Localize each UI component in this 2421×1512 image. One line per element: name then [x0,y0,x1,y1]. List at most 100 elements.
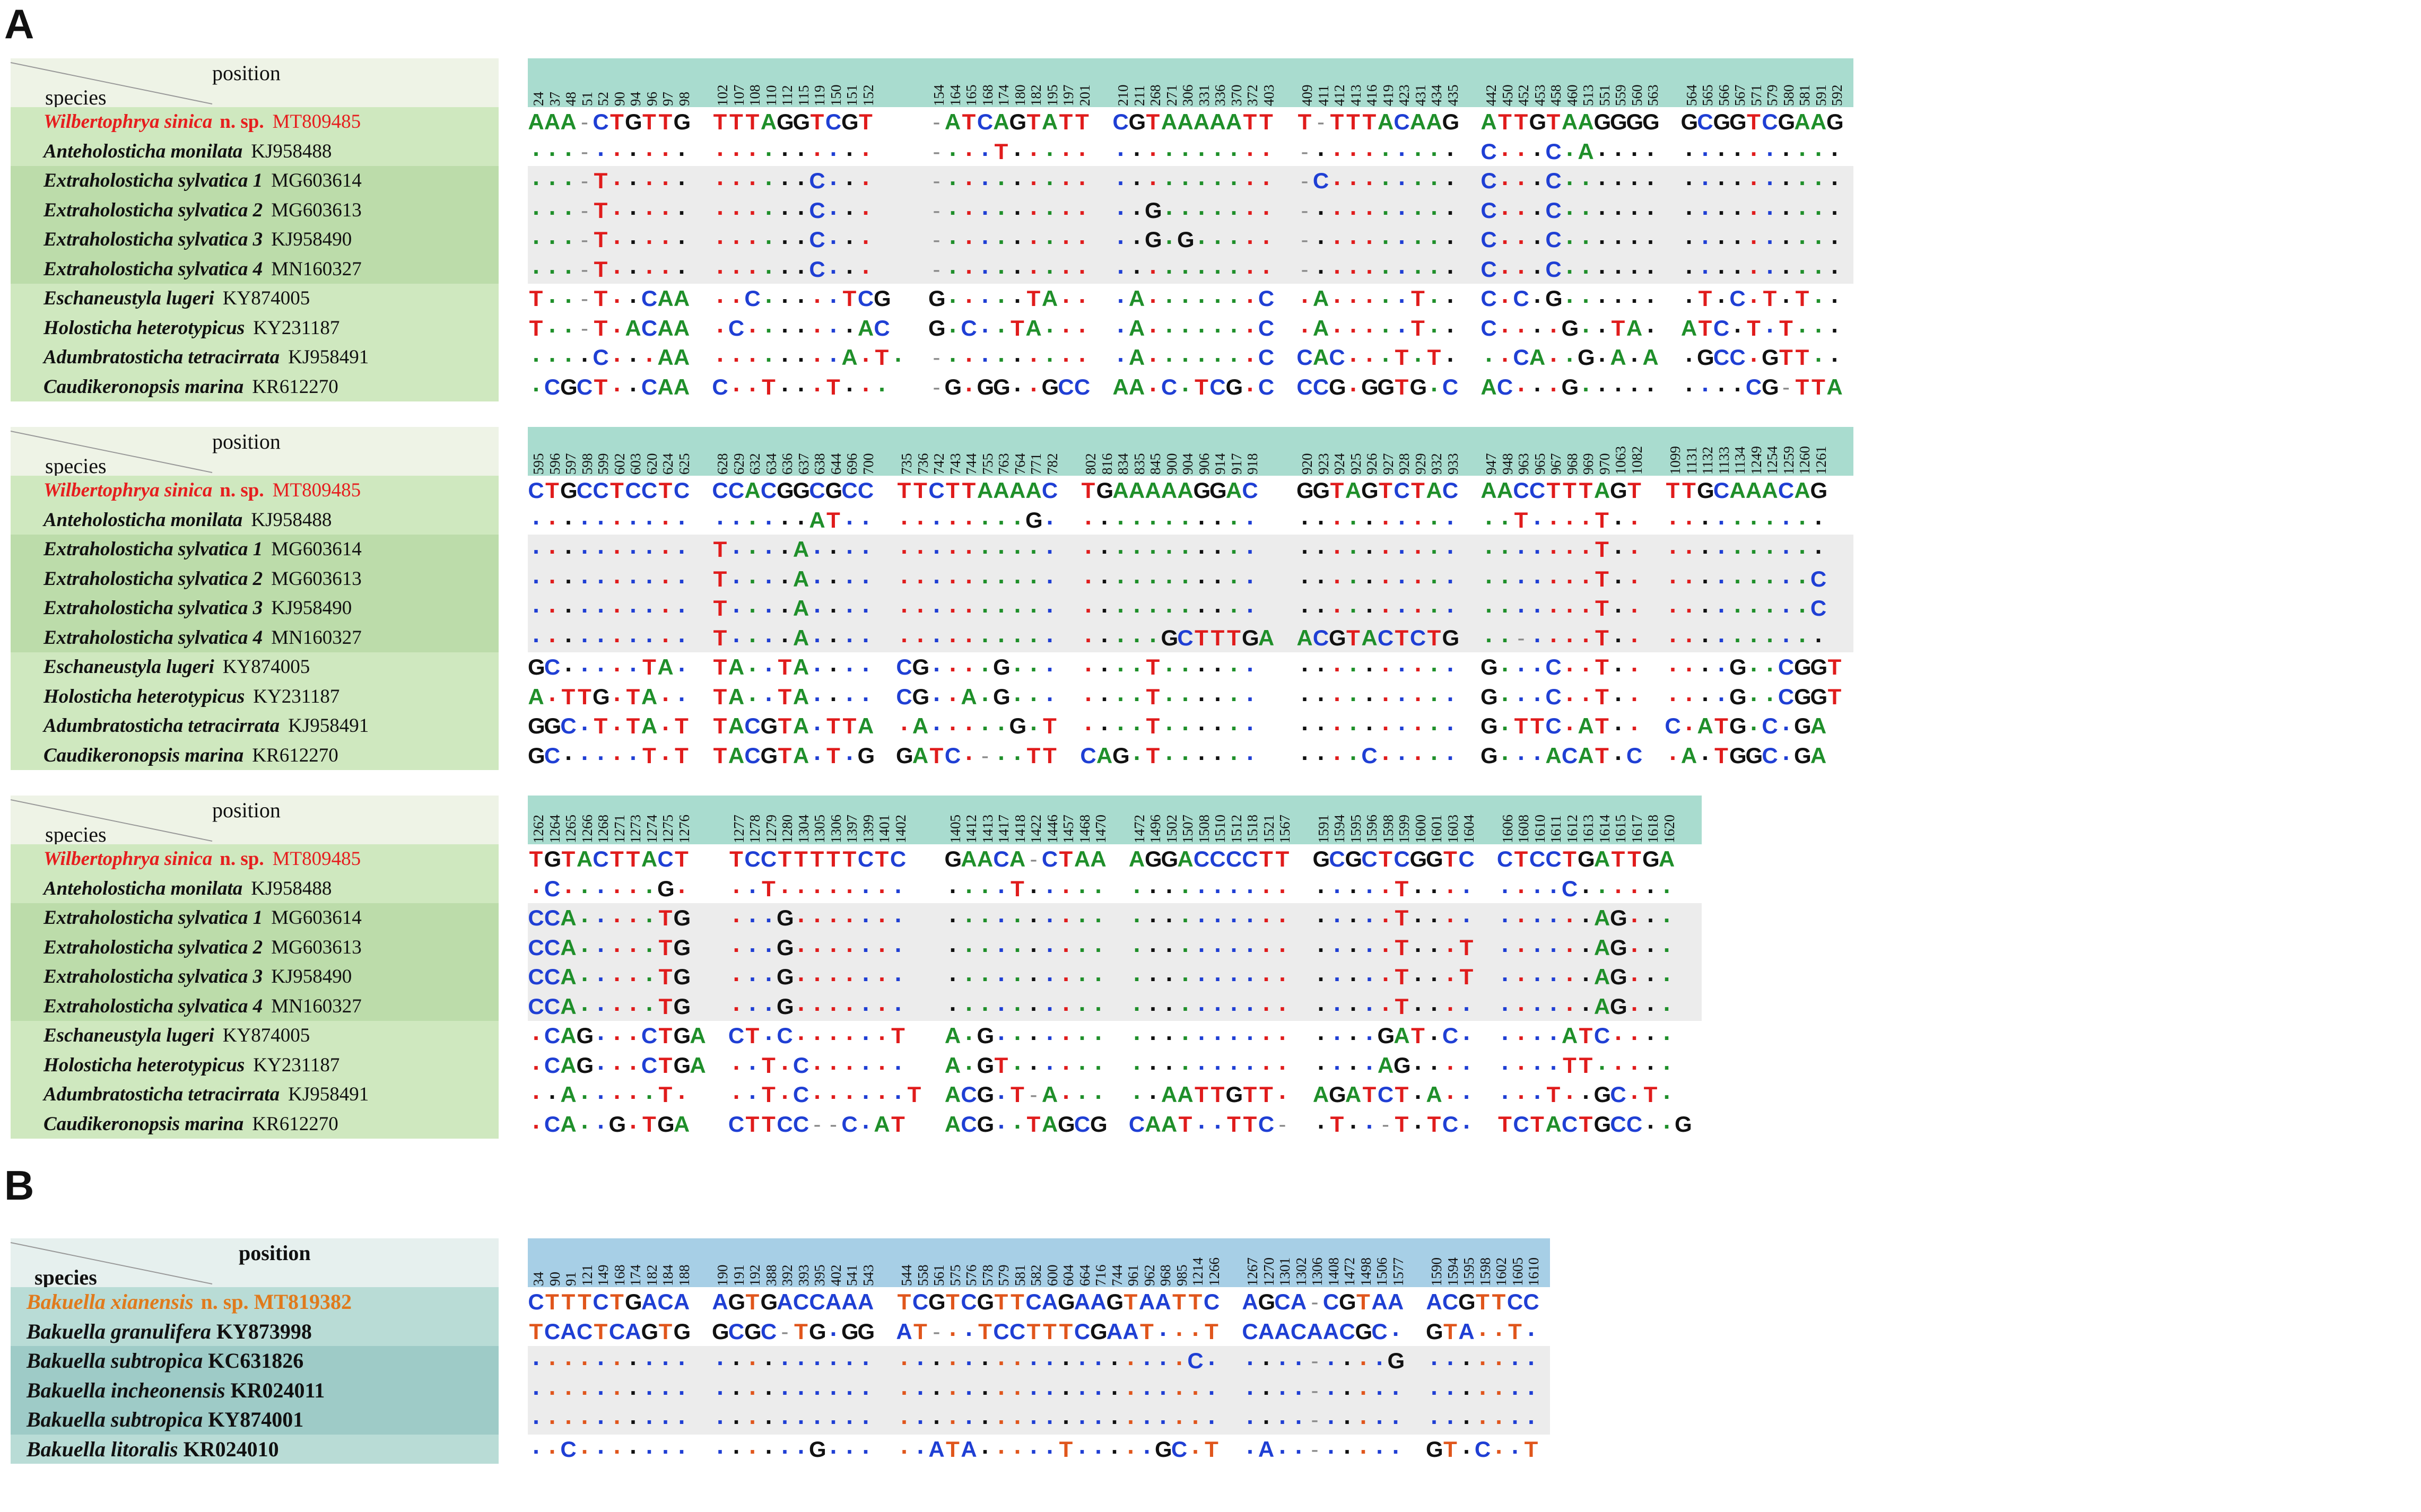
base: C [1296,374,1313,399]
match-dot: . [1366,590,1373,618]
base: C [1225,846,1242,871]
match-dot: . [1447,192,1454,220]
position-number: 1518 [1244,815,1260,843]
match-dot: . [1149,163,1156,190]
match-dot: . [1382,281,1389,308]
match-dot: . [1301,678,1308,706]
gap-dash: - [933,138,940,164]
match-dot: . [1615,708,1622,736]
match-dot: . [1501,649,1509,677]
base: G [1826,109,1844,134]
base: T [610,478,624,503]
accession-number: KJ958491 [288,1083,369,1105]
match-dot: . [597,870,604,898]
match-dot: . [565,222,572,249]
match-dot: . [678,222,685,249]
match-dot: . [717,163,724,190]
match-dot: . [597,502,604,530]
match-dot: . [1317,870,1325,898]
match-dot: . [1230,502,1238,530]
position-number: 442 [1483,84,1499,107]
match-dot: . [1702,590,1709,618]
base: G [1025,507,1043,532]
base: T [642,654,656,679]
match-dot: . [1165,708,1173,736]
base: C [544,1023,561,1048]
position-number: 1275 [660,815,676,843]
match-dot: . [1182,251,1189,279]
base: A [1409,109,1426,134]
base: C [1529,478,1546,503]
match-dot: . [1431,281,1438,308]
base: A [944,109,961,134]
new-species-label: n. sp. [220,848,264,870]
base: T [1081,478,1095,503]
base: G [1458,1289,1476,1314]
base: A [576,846,593,871]
position-number: 636 [779,453,795,475]
match-dot: . [878,1018,885,1045]
match-dot: . [1230,737,1238,765]
match-dot: . [1349,310,1357,338]
position-number: 1082 [1628,446,1645,475]
position-number: 402 [828,1264,844,1287]
position-number: 1264 [546,815,563,843]
match-dot: . [1063,163,1069,190]
position-number: 595 [530,453,546,475]
base: C [1193,846,1210,871]
base: A [1128,286,1145,311]
position-number: 188 [676,1264,692,1287]
match-dot: . [1334,590,1340,618]
match-dot: . [1182,133,1189,161]
match-dot: . [1198,561,1205,589]
match-dot: . [1247,900,1253,928]
match-dot: . [1718,649,1725,677]
position-number: 154 [931,84,947,107]
match-dot: . [830,1372,837,1400]
match-dot: . [1317,192,1325,220]
base: C [1074,374,1091,399]
match-dot: . [1495,1372,1502,1400]
position-number: 563 [1645,84,1661,107]
match-dot: . [1631,590,1638,618]
match-dot: . [965,649,972,677]
base: A [1578,138,1594,164]
base: G [1794,713,1812,738]
accession-number: KR024010 [183,1437,279,1461]
match-dot: . [646,1402,653,1429]
match-dot: . [1815,192,1822,220]
match-dot: . [1376,1343,1383,1370]
match-dot: . [1766,531,1773,559]
base: T [1443,1318,1457,1344]
base: G [1729,742,1747,768]
match-dot: . [613,192,621,220]
species-name: Wilbertophrya sinica [43,848,213,870]
match-dot: . [630,133,637,161]
base: G [1339,1289,1356,1314]
match-dot: . [1247,561,1253,589]
base: G [896,742,913,768]
match-dot: . [1534,1047,1541,1075]
match-dot: . [630,1402,637,1429]
base: C [1481,256,1497,282]
base: T [1259,109,1273,134]
match-dot: . [1382,959,1389,986]
position-number: 197 [1060,84,1076,107]
base: C [1339,1318,1355,1344]
match-dot: . [548,1431,556,1459]
base: C [890,846,907,871]
position-number: 581 [1012,1264,1028,1287]
base: T [594,227,608,252]
match-dot: . [1414,870,1422,898]
accession-number: KY231187 [253,1054,340,1076]
match-dot: . [717,281,724,308]
match-dot: . [1718,369,1725,397]
match-dot: . [830,590,837,618]
gap-dash: - [1301,256,1309,282]
match-dot: . [1382,502,1389,530]
match-dot: . [1702,369,1709,397]
position-number: 91 [563,1272,579,1286]
base: C [1377,1082,1394,1107]
match-dot: . [733,1431,740,1459]
match-dot: . [1327,1343,1335,1370]
